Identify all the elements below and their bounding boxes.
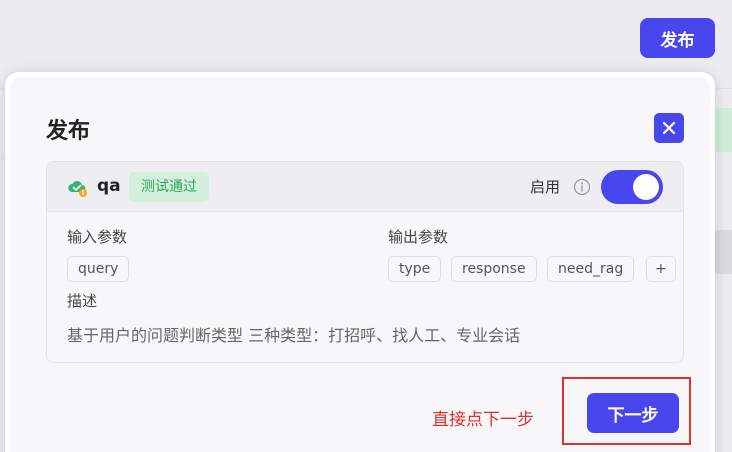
dialog-title: 发布 bbox=[46, 119, 91, 144]
plugin-card: qa 测试通过 启用 输入参数 query 输出参数 type response… bbox=[46, 161, 684, 363]
info-icon[interactable] bbox=[573, 178, 591, 196]
enable-label: 启用 bbox=[530, 178, 561, 196]
next-step-button[interactable]: 下一步 bbox=[587, 393, 679, 433]
status-badge: 测试通过 bbox=[129, 172, 209, 202]
description-text: 基于用户的问题判断类型 三种类型：打招呼、找人工、专业会话 bbox=[67, 326, 521, 345]
background-status-chip bbox=[712, 108, 732, 152]
output-param-tag: need_rag bbox=[547, 256, 635, 282]
input-param-tag: query bbox=[67, 256, 130, 282]
enable-toggle[interactable] bbox=[601, 170, 663, 204]
publish-button[interactable]: 发布 bbox=[640, 18, 715, 58]
background-chip bbox=[712, 230, 732, 274]
output-param-tag: response bbox=[451, 256, 537, 282]
plugin-name: qa bbox=[97, 176, 121, 196]
annotation-text: 直接点下一步 bbox=[432, 410, 534, 430]
description-label: 描述 bbox=[67, 292, 98, 310]
output-params-label: 输出参数 bbox=[388, 228, 449, 246]
output-param-tag: type bbox=[388, 256, 442, 282]
cloud-check-icon bbox=[68, 180, 87, 197]
input-params-label: 输入参数 bbox=[67, 228, 128, 246]
output-param-more-tag: + bbox=[646, 256, 676, 282]
plugin-card-header: qa 测试通过 启用 bbox=[47, 162, 683, 212]
close-button[interactable] bbox=[654, 113, 684, 143]
close-icon bbox=[662, 121, 676, 135]
toggle-knob bbox=[633, 174, 659, 200]
